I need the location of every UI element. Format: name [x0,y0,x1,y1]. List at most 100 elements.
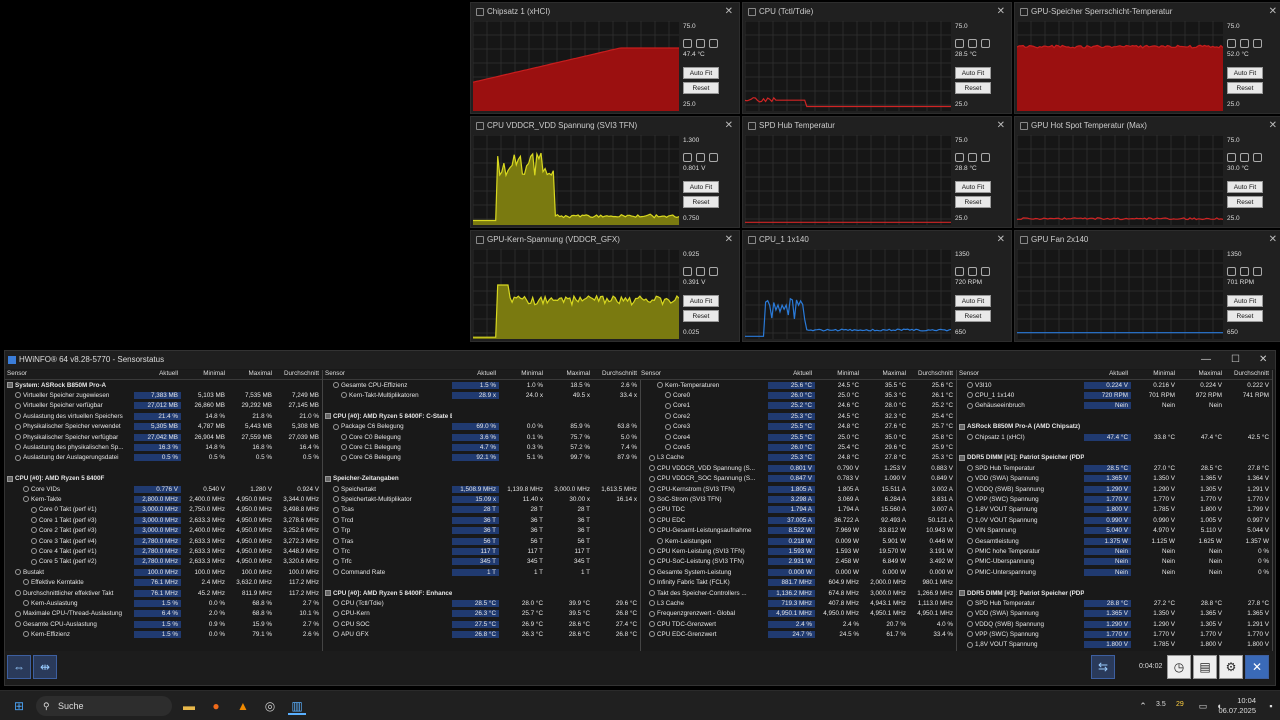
sensor-row[interactable]: Package C6 Belegung 69.0 % 0.0 % 85.9 % 63.8… [323,422,640,432]
sensor-group-row[interactable]: DDR5 DIMM [#1]: Patriot Speicher (PDP Sy… [957,453,1272,463]
firefox-icon[interactable]: ● [207,697,225,715]
sensor-row[interactable]: Core3 25.5 °C 24.8 °C 27.6 °C 25.7 °C [639,422,956,432]
sensor-row[interactable]: Virtueller Speicher zugewiesen 7,383 MB 5,… [5,390,322,400]
column-header-cell[interactable]: Durchschnitt [275,370,322,379]
close-icon[interactable]: ✕ [1269,232,1277,248]
auto-fit-button[interactable]: Auto Fit [955,181,991,193]
sensor-row[interactable]: Core 2 Takt (perf #3) 3,000.0 MHz 2,400.0 … [5,525,322,535]
sensor-row[interactable]: Kern-Takte 2,800.0 MHz 2,400.0 MHz 4,950.0 … [5,494,322,504]
sensor-row[interactable]: 1,8V VOUT Spannung 1.800 V 1.785 V 1.800 V 1… [957,640,1272,650]
graph-title-bar[interactable]: CPU_1 1x140 [745,232,1011,248]
sensor-row[interactable]: Kern-Temperaturen 25.6 °C 24.5 °C 35.5 °C 25… [639,380,956,390]
graph-title-bar[interactable]: GPU-Speicher Sperrschicht-Temperatur [1017,4,1280,20]
sensor-row[interactable]: 1,8V VOUT Spannung 1.800 V 1.785 V 1.800 V 1… [957,505,1272,515]
column-header-cell[interactable]: Aktuell [452,370,499,379]
checkbox[interactable] [981,39,990,48]
close-icon[interactable]: ✕ [725,118,733,134]
sensor-row[interactable]: Core C1 Belegung 4.7 % 0.3 % 57.2 % 7.4 % [323,442,640,452]
auto-fit-button[interactable]: Auto Fit [1227,295,1263,307]
sensor-row[interactable]: Kern-Auslastung 1.5 % 0.0 % 68.8 % 2.7 % [5,598,322,608]
reset-button[interactable]: Reset [683,196,719,208]
column-header-cell[interactable]: Maximal [546,370,593,379]
network-icon[interactable]: ⇆ [1091,655,1115,679]
settings-gear-icon[interactable]: ⚙ [1219,655,1243,679]
sensor-row[interactable]: Durchschnittlicher effektiver Takt 76.1 M… [5,588,322,598]
graph-title-bar[interactable]: GPU Hot Spot Temperatur (Max) [1017,118,1280,134]
sensor-row[interactable]: Core0 26.0 °C 25.0 °C 35.3 °C 26.1 °C [639,390,956,400]
sensor-row[interactable]: Gesamte CPU-Auslastung 1.5 % 0.9 % 15.9 % 2.… [5,619,322,629]
search-box[interactable]: ⚲ Suche [36,696,172,716]
sensor-row[interactable]: Takt des Speicher-Controllers ... 1,136.2… [639,588,956,598]
checkbox[interactable] [1253,39,1262,48]
reset-button[interactable]: Reset [1227,310,1263,322]
checkbox[interactable] [1240,39,1249,48]
sensor-row[interactable]: VDDQ (SWB) Spannung 1.290 V 1.290 V 1.305 V… [957,484,1272,494]
sensor-row[interactable]: CPU TDC 1.794 A 1.794 A 15.560 A 3.007 A [639,505,956,515]
sensor-row[interactable]: Infinity Fabric Takt (FCLK) 881.7 MHz 604.… [639,577,956,587]
sensor-group-row[interactable]: CPU [#0]: AMD Ryzen 5 8400F: C-State Bel… [323,411,640,421]
sensor-row[interactable]: PMIC-Überspannung Nein Nein Nein 0 % [957,557,1272,567]
checkbox[interactable] [968,39,977,48]
sensor-group-row[interactable]: CPU [#0]: AMD Ryzen 5 8400F: Enhanced [323,588,640,598]
minimize-icon[interactable]: — [1201,351,1211,369]
title-bar[interactable]: HWiNFO® 64 v8.28-5770 - Sensorstatus — ☐… [5,351,1275,369]
chevron-up-icon[interactable]: ⌃ [1134,697,1152,715]
sensor-row[interactable]: Auslastung des physikalischen Sp... 16.3 … [5,442,322,452]
checkbox[interactable] [709,153,718,162]
checkbox[interactable] [968,267,977,276]
sensor-row[interactable]: VIN Spannung 5.040 V 4.970 V 5.110 V 5.044 V [957,525,1272,535]
sensor-row[interactable]: Virtueller Speicher verfügbar 27,012 MB 26… [5,401,322,411]
column-header-cell[interactable]: Minimal [181,370,228,379]
sensor-row[interactable]: CPU-Kern 26.3 °C 25.7 °C 39.5 °C 26.8 °C [323,609,640,619]
sensor-row[interactable]: Core2 25.3 °C 24.5 °C 32.3 °C 25.4 °C [639,411,956,421]
notification-icon[interactable]: ▪ [1262,697,1280,715]
sensor-row[interactable]: APU GFX 26.8 °C 26.3 °C 28.6 °C 26.8 °C [323,629,640,639]
sensor-row[interactable]: Maximale CPU-/Thread-Auslastung 6.4 % 2.0 … [5,609,322,619]
auto-fit-button[interactable]: Auto Fit [683,67,719,79]
reset-button[interactable]: Reset [683,310,719,322]
sensor-row[interactable]: CPU TDC-Grenzwert 2.4 % 2.4 % 20.7 % 4.0 % [639,619,956,629]
column-header-cell[interactable]: Aktuell [134,370,181,379]
checkbox[interactable] [1253,153,1262,162]
column-header-cell[interactable]: Minimal [815,370,862,379]
graph-title-bar[interactable]: GPU Fan 2x140 [1017,232,1280,248]
column-header-cell[interactable]: Aktuell [1084,370,1131,379]
sensor-row[interactable]: CPU Kern-Leistung (SVI3 TFN) 1.593 W 1.593… [639,546,956,556]
checkbox[interactable] [968,153,977,162]
sensor-row[interactable]: 1,0V VOUT Spannung 0.990 V 0.990 V 1.005 V 0… [957,515,1272,525]
reset-button[interactable]: Reset [955,196,991,208]
column-header-cell[interactable]: Durchschnitt [909,370,956,379]
sensor-row[interactable]: CPU SOC 27.5 °C 26.9 °C 28.6 °C 27.4 °C [323,619,640,629]
sensor-row[interactable]: Core 5 Takt (perf #2) 2,780.0 MHz 2,633.3 … [5,557,322,567]
close-icon[interactable]: ✕ [997,118,1005,134]
sensor-row[interactable]: Core 1 Takt (perf #3) 3,000.0 MHz 2,633.3 … [5,515,322,525]
sensor-row[interactable]: Tras 56 T 56 T 56 T [323,536,640,546]
sensor-row[interactable]: Kern-Effizienz 1.5 % 0.0 % 79.1 % 2.6 % [5,629,322,639]
sensor-group-row[interactable]: Speicher-Zeitangaben [323,474,640,484]
checkbox[interactable] [1240,153,1249,162]
close-icon[interactable]: ✕ [997,4,1005,20]
close-icon[interactable]: ✕ [725,232,733,248]
column-header-cell[interactable]: Sensor [5,370,134,379]
sensor-row[interactable]: CPU_1 1x140 720 RPM 701 RPM 972 RPM 741 RPM [957,390,1272,400]
column-header-cell[interactable]: Maximal [228,370,275,379]
sensor-row[interactable]: Chipsatz 1 (xHCI) 47.4 °C 33.8 °C 47.4 °C 42… [957,432,1272,442]
graph-title-bar[interactable]: CPU (Tctl/Tdie) [745,4,1011,20]
close-icon[interactable]: ✕ [1269,118,1277,134]
sensor-row[interactable]: Trc 117 T 117 T 117 T [323,546,640,556]
sensor-row[interactable]: CPU EDC-Grenzwert 24.7 % 24.5 % 61.7 % 33.4 … [639,629,956,639]
close-icon[interactable]: ✕ [1259,351,1267,369]
checkbox[interactable] [1253,267,1262,276]
sensor-row[interactable]: Trfc 345 T 345 T 345 T [323,557,640,567]
sensor-group-row[interactable]: DDR5 DIMM [#3]: Patriot Speicher (PDP Sy… [957,588,1272,598]
sensor-row[interactable]: Speichertakt 1,508.9 MHz 1,139.8 MHz 3,000.… [323,484,640,494]
close-icon[interactable]: ✕ [725,4,733,20]
expand-arrows-icon[interactable]: ⇔ [7,655,31,679]
sensor-row[interactable]: Core1 25.2 °C 24.6 °C 28.0 °C 25.2 °C [639,401,956,411]
sensor-row[interactable]: VDDQ (SWB) Spannung 1.290 V 1.290 V 1.305 V… [957,619,1272,629]
sensor-row[interactable]: CPU-SoC-Leistung (SVI3 TFN) 2.931 W 2.458 … [639,557,956,567]
sensor-row[interactable]: CPU (Tctl/Tdie) 28.5 °C 28.0 °C 39.9 °C 29.6… [323,598,640,608]
sensor-row[interactable]: Bustakt 100.0 MHz 100.0 MHz 100.0 MHz 100.0 … [5,567,322,577]
column-header-cell[interactable]: Sensor [639,370,768,379]
checkbox[interactable] [1227,39,1236,48]
